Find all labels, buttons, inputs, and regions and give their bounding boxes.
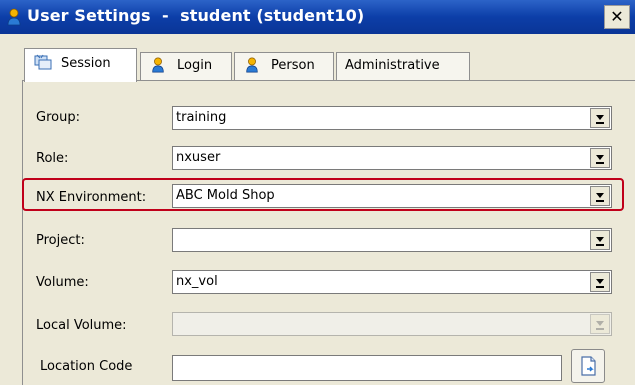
tab-login[interactable]: Login (140, 52, 232, 80)
volume-dropdown-button[interactable] (590, 272, 610, 292)
tab-administrative[interactable]: Administrative (336, 52, 470, 80)
chevron-down-icon (596, 115, 604, 120)
tab-session-label: Session (61, 56, 111, 71)
volume-value: nx_vol (176, 274, 218, 289)
local-volume-select (172, 312, 612, 336)
tab-login-label: Login (177, 58, 213, 73)
group-label: Group: (36, 110, 80, 125)
browse-button[interactable] (571, 349, 605, 383)
chevron-down-icon (596, 279, 604, 284)
dropdown-bar-icon (596, 162, 604, 164)
user-icon (246, 57, 258, 73)
session-icon (34, 54, 52, 70)
dropdown-bar-icon (596, 122, 604, 124)
tab-person-label: Person (271, 58, 315, 73)
tab-administrative-label: Administrative (345, 58, 440, 73)
role-value: nxuser (176, 150, 221, 165)
user-icon (7, 8, 21, 26)
role-dropdown-button[interactable] (590, 148, 610, 168)
location-code-label: Location Code (40, 359, 133, 374)
highlight-box (22, 178, 624, 211)
dropdown-bar-icon (596, 286, 604, 288)
title-bar[interactable]: User Settings - student (student10) ✕ (0, 0, 635, 34)
chevron-down-icon (596, 237, 604, 242)
chevron-down-icon (596, 155, 604, 160)
project-dropdown-button[interactable] (590, 230, 610, 250)
dropdown-bar-icon (596, 244, 604, 246)
project-select[interactable] (172, 228, 612, 252)
location-code-input[interactable] (172, 355, 562, 381)
tab-person[interactable]: Person (234, 52, 334, 80)
local-volume-dropdown-button (590, 314, 610, 334)
user-icon (152, 57, 164, 73)
role-select[interactable]: nxuser (172, 146, 612, 170)
tab-session[interactable]: Session (24, 48, 137, 82)
volume-select[interactable]: nx_vol (172, 270, 612, 294)
dropdown-bar-icon (596, 328, 604, 330)
role-label: Role: (36, 151, 69, 166)
project-label: Project: (36, 233, 85, 248)
group-select[interactable]: training (172, 106, 612, 130)
chevron-down-icon (596, 321, 604, 326)
window-title: User Settings - student (student10) (27, 6, 365, 25)
close-icon: ✕ (610, 7, 624, 26)
close-button[interactable]: ✕ (604, 5, 630, 29)
local-volume-label: Local Volume: (36, 318, 127, 333)
group-dropdown-button[interactable] (590, 108, 610, 128)
user-settings-dialog: User Settings - student (student10) ✕ Se… (0, 0, 635, 385)
document-icon (581, 356, 596, 376)
group-value: training (176, 110, 227, 125)
volume-label: Volume: (36, 275, 89, 290)
